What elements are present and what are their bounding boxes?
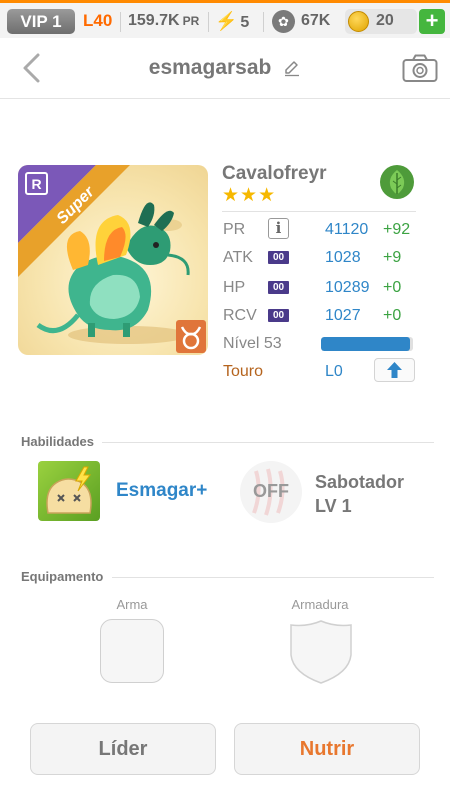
lightning-icon: ⚡ xyxy=(215,11,238,31)
leaf-element-icon xyxy=(380,165,414,199)
zodiac-upgrade-button[interactable] xyxy=(374,358,415,382)
page-header: esmagarsab xyxy=(0,38,450,99)
stat-label-rcv: RCV xyxy=(223,307,257,324)
stat-bonus-rcv: +0 xyxy=(383,307,402,324)
weapon-slot[interactable] xyxy=(100,619,164,683)
player-level: L40 xyxy=(83,11,113,30)
gold-value: 20 xyxy=(376,12,394,29)
stat-label-pr: PR xyxy=(223,221,246,238)
stat-bonus-pr: +92 xyxy=(383,221,411,238)
svg-text:R: R xyxy=(31,176,41,192)
hp-rune-icon: 00 xyxy=(268,281,289,294)
bread-face-icon xyxy=(46,466,92,514)
skill-icon-esmagar[interactable] xyxy=(38,461,100,521)
zodiac-level: L0 xyxy=(325,363,343,380)
level-label: Nível 53 xyxy=(223,335,282,352)
up-arrow-icon xyxy=(387,362,402,378)
stat-bonus-hp: +0 xyxy=(383,279,402,296)
stat-label-atk: ATK xyxy=(223,249,253,266)
energy-counter: ⚡ 5 xyxy=(215,11,249,32)
skill-name-esmagar[interactable]: Esmagar+ xyxy=(116,480,207,502)
food-counter: 67K xyxy=(301,12,331,29)
stat-label-hp: HP xyxy=(223,279,246,296)
divider xyxy=(208,12,209,32)
stat-value-hp: 10289 xyxy=(325,279,370,296)
divider xyxy=(222,211,416,212)
dragon-name: Cavalofreyr xyxy=(222,163,327,184)
divider xyxy=(102,442,434,443)
skill2-name: Sabotador xyxy=(315,472,405,492)
pencil-icon[interactable] xyxy=(283,59,301,77)
dragon-portrait-card[interactable]: R Super xyxy=(18,165,208,355)
energy-value: 5 xyxy=(240,14,250,31)
level-progress-bar xyxy=(321,337,413,351)
skill-off-label: OFF xyxy=(253,481,289,501)
skill2-level: LV 1 xyxy=(315,496,352,516)
info-icon[interactable]: i xyxy=(268,218,289,239)
dragon-illustration: R xyxy=(18,165,206,353)
armor-label: Armadura xyxy=(291,597,349,612)
feed-button[interactable]: Nutrir xyxy=(234,723,420,775)
divider xyxy=(263,12,264,32)
power-counter: 159.7K PR xyxy=(128,12,199,30)
stat-value-pr: 41120 xyxy=(325,221,369,238)
atk-rune-icon: 00 xyxy=(268,251,289,264)
camera-icon[interactable] xyxy=(402,53,438,83)
stat-bonus-atk: +9 xyxy=(383,249,402,266)
top-status-bar: VIP 1 L40 159.7K PR ⚡ 5 ✿ 67K 20 + xyxy=(0,0,450,38)
coin-icon xyxy=(348,11,369,32)
paw-icon: ✿ xyxy=(272,10,295,33)
divider xyxy=(120,12,121,32)
player-name: esmagarsab xyxy=(148,56,272,79)
gold-counter: 20 xyxy=(345,9,417,34)
player-name-title: esmagarsab xyxy=(0,56,450,80)
skill-name-sabotador[interactable]: Sabotador LV 1 xyxy=(315,470,404,518)
zodiac-label: Touro xyxy=(223,363,264,380)
stat-value-rcv: 1027 xyxy=(325,307,361,324)
rcv-rune-icon: 00 xyxy=(268,309,289,322)
weapon-label: Arma xyxy=(116,597,148,612)
leader-button[interactable]: Líder xyxy=(30,723,216,775)
abilities-section-title: Habilidades xyxy=(21,434,94,449)
stat-value-atk: 1028 xyxy=(325,249,361,266)
level-progress-fill xyxy=(321,337,411,351)
divider xyxy=(112,577,434,578)
equipment-section-title: Equipamento xyxy=(21,569,104,584)
armor-slot[interactable] xyxy=(289,619,353,685)
power-unit: PR xyxy=(182,14,200,28)
add-gold-button[interactable]: + xyxy=(419,9,445,34)
vip-badge[interactable]: VIP 1 xyxy=(7,9,75,34)
power-value: 159.7K xyxy=(128,12,180,29)
star-rating: ★★★ xyxy=(222,185,277,206)
